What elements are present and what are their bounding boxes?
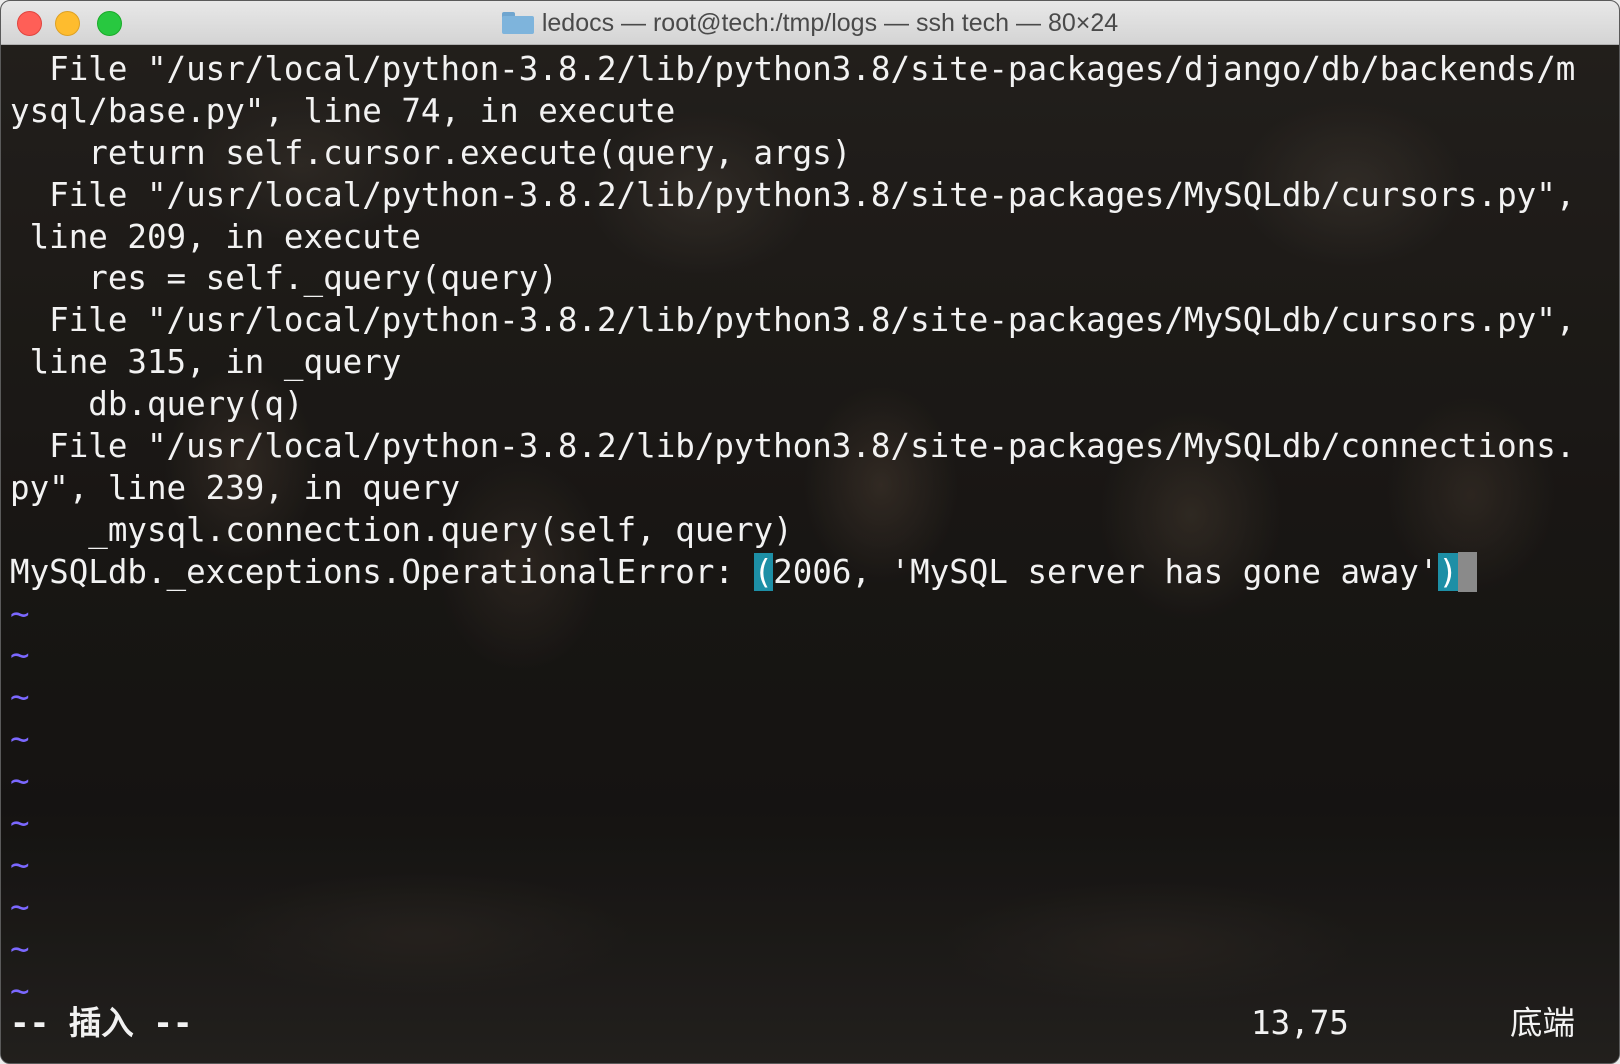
empty-line-marker: ~ — [10, 887, 30, 926]
buffer-line: return self.cursor.execute(query, args) — [10, 133, 852, 172]
empty-line-marker: ~ — [10, 804, 30, 843]
title-bar[interactable]: ledocs — root@tech:/tmp/logs — ssh tech … — [1, 1, 1619, 45]
error-prefix: MySQLdb._exceptions.OperationalError: — [10, 552, 754, 591]
vim-buffer[interactable]: File "/usr/local/python-3.8.2/lib/python… — [10, 49, 1616, 1012]
buffer-line: File "/usr/local/python-3.8.2/lib/python… — [10, 427, 1576, 466]
buffer-line: ysql/base.py", line 74, in execute — [10, 91, 676, 130]
buffer-line: File "/usr/local/python-3.8.2/lib/python… — [10, 301, 1576, 340]
buffer-line: _mysql.connection.query(self, query) — [10, 510, 793, 549]
mode-indicator: -- 插入 -- — [10, 1004, 193, 1042]
buffer-line: py", line 239, in query — [10, 468, 461, 507]
window-title: ledocs — root@tech:/tmp/logs — ssh tech … — [541, 9, 1119, 37]
empty-line-marker: ~ — [10, 594, 30, 633]
buffer-line: res = self._query(query) — [10, 259, 558, 298]
folder-icon — [501, 12, 534, 34]
empty-line-marker: ~ — [10, 929, 30, 968]
cursor-position: 13,75 — [1251, 1004, 1349, 1042]
empty-line-marker: ~ — [10, 678, 30, 717]
buffer-line: File "/usr/local/python-3.8.2/lib/python… — [10, 175, 1576, 214]
scroll-position: 底端 — [1510, 1004, 1576, 1042]
buffer-line: db.query(q) — [10, 385, 304, 424]
buffer-line: line 315, in _query — [10, 343, 402, 382]
empty-line-marker: ~ — [10, 762, 30, 801]
matching-paren-close: ) — [1438, 552, 1458, 591]
error-line: MySQLdb._exceptions.OperationalError: (2… — [10, 551, 1616, 594]
empty-line-marker: ~ — [10, 720, 30, 759]
terminal-window: ledocs — root@tech:/tmp/logs — ssh tech … — [0, 0, 1620, 1064]
empty-line-marker: ~ — [10, 636, 30, 675]
window-title-area: ledocs — root@tech:/tmp/logs — ssh tech … — [1, 1, 1619, 45]
text-cursor — [1457, 551, 1477, 592]
terminal-content[interactable]: File "/usr/local/python-3.8.2/lib/python… — [1, 45, 1619, 1063]
buffer-line: line 209, in execute — [10, 217, 421, 256]
error-message: 2006, 'MySQL server has gone away' — [773, 552, 1439, 591]
vim-status-line: -- 插入 -- 13,75 底端 — [10, 1003, 1616, 1043]
empty-line-marker: ~ — [10, 845, 30, 884]
buffer-line: File "/usr/local/python-3.8.2/lib/python… — [10, 50, 1576, 88]
matching-paren-open: ( — [753, 552, 774, 591]
